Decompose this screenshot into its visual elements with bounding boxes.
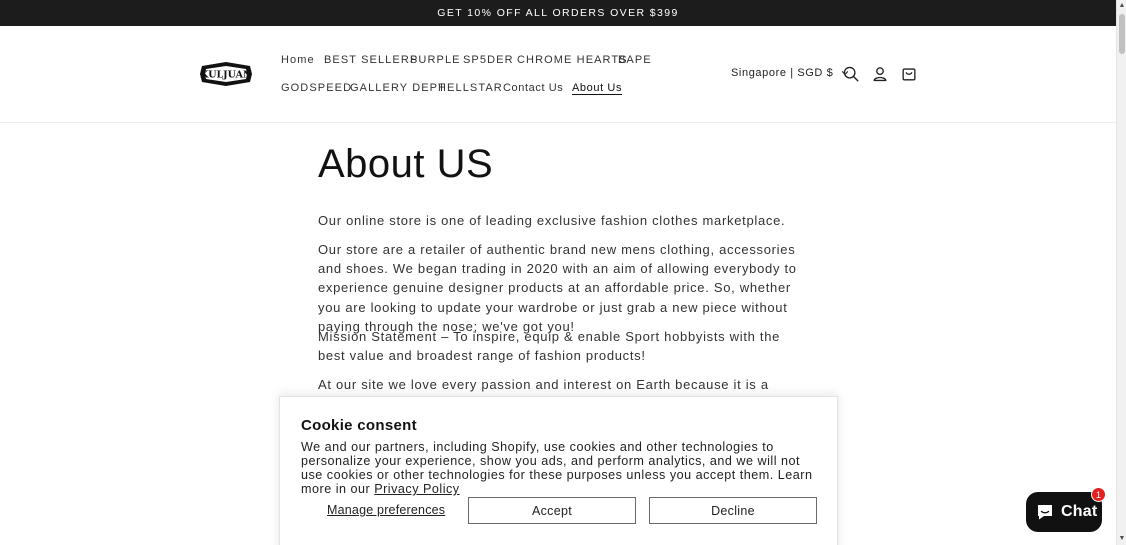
about-paragraph-3: Mission Statement – To inspire, equip & … bbox=[318, 329, 781, 364]
country-currency-label: Singapore | SGD $ bbox=[731, 67, 834, 79]
page-scrollbar[interactable]: ▲ ▼ bbox=[1116, 0, 1126, 545]
cookie-consent-banner: Cookie consent We and our partners, incl… bbox=[279, 396, 838, 545]
country-currency-selector[interactable]: Singapore | SGD $ bbox=[731, 67, 849, 79]
privacy-policy-link[interactable]: Privacy Policy bbox=[374, 482, 459, 496]
manage-preferences-button[interactable]: Manage preferences bbox=[327, 503, 445, 517]
scrollbar-thumb[interactable] bbox=[1119, 14, 1125, 54]
search-icon[interactable] bbox=[842, 65, 860, 83]
site-header: KULJUAN Home BEST SELLERS PURPLE SP5DER … bbox=[0, 26, 1116, 123]
scroll-up-icon[interactable]: ▲ bbox=[1117, 0, 1126, 12]
brand-logo[interactable]: KULJUAN bbox=[198, 60, 254, 88]
nav-link-hellstar[interactable]: HELLSTAR bbox=[438, 82, 503, 94]
cookie-title: Cookie consent bbox=[301, 417, 417, 434]
nav-link-home[interactable]: Home bbox=[281, 54, 315, 66]
nav-link-bape[interactable]: BAPE bbox=[618, 54, 652, 66]
nav-link-contact-us[interactable]: Contact Us bbox=[503, 82, 563, 94]
announcement-bar: GET 10% OFF ALL ORDERS OVER $399 bbox=[0, 0, 1116, 26]
about-paragraph-2: Our store are a retailer of authentic br… bbox=[318, 242, 797, 334]
decline-button[interactable]: Decline bbox=[649, 497, 817, 524]
nav-link-godspeed[interactable]: GODSPEED bbox=[281, 82, 352, 94]
nav-link-chrome-hearts[interactable]: CHROME HEARTS bbox=[517, 54, 628, 66]
page-title: About US bbox=[318, 142, 494, 186]
chat-button[interactable]: Chat bbox=[1026, 492, 1102, 532]
nav-link-purple[interactable]: PURPLE bbox=[410, 54, 461, 66]
cookie-message: We and our partners, including Shopify, … bbox=[301, 440, 821, 496]
chat-notification-badge: 1 bbox=[1091, 487, 1106, 502]
about-paragraph-1: Our online store is one of leading exclu… bbox=[318, 213, 786, 228]
nav-link-about-us[interactable]: About Us bbox=[572, 82, 622, 94]
cart-icon[interactable] bbox=[900, 65, 918, 83]
chat-label: Chat bbox=[1061, 503, 1098, 520]
chat-bubble-icon bbox=[1038, 505, 1052, 520]
scroll-down-icon[interactable]: ▼ bbox=[1117, 533, 1126, 545]
account-icon[interactable] bbox=[871, 65, 889, 83]
nav-link-sp5der[interactable]: SP5DER bbox=[463, 54, 514, 66]
announcement-text: GET 10% OFF ALL ORDERS OVER $399 bbox=[437, 7, 679, 19]
nav-link-gallery-dept[interactable]: GALLERY DEPT bbox=[350, 82, 446, 94]
nav-link-best-sellers[interactable]: BEST SELLERS bbox=[324, 54, 418, 66]
accept-button[interactable]: Accept bbox=[468, 497, 636, 524]
logo-text: KULJUAN bbox=[200, 70, 252, 81]
